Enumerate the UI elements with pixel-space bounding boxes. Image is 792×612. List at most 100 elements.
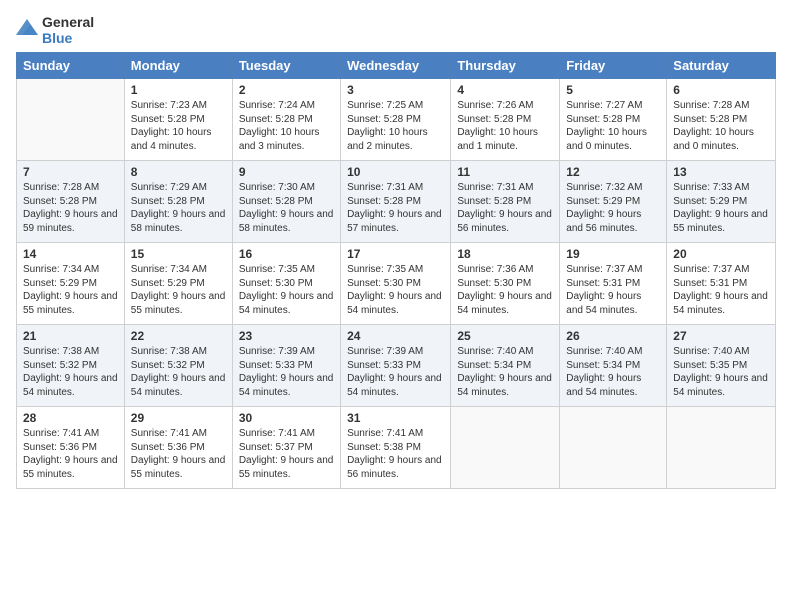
day-cell: 16 Sunrise: 7:35 AMSunset: 5:30 PMDayligh… (232, 243, 340, 325)
day-cell: 2Sunrise: 7:24 AMSunset: 5:28 PMDaylight… (232, 79, 340, 161)
day-cell: 10 Sunrise: 7:31 AMSunset: 5:28 PMDayligh… (341, 161, 451, 243)
day-cell: 26 Sunrise: 7:40 AMSunset: 5:34 PMDayligh… (560, 325, 667, 407)
day-number: 11 (457, 165, 553, 179)
day-cell: 30Sunrise: 7:41 AMSunset: 5:37 PMDayligh… (232, 407, 340, 489)
day-info: Sunrise: 7:34 AMSunset: 5:29 PMDaylight:… (131, 263, 226, 317)
day-info: Sunrise: 7:34 AMSunset: 5:29 PMDaylight:… (23, 263, 118, 317)
day-info: Sunrise: 7:28 AMSunset: 5:28 PMDaylight:… (673, 99, 769, 153)
day-number: 15 (131, 247, 226, 261)
day-info: Sunrise: 7:40 AMSunset: 5:35 PMDaylight:… (673, 345, 769, 399)
day-cell (17, 79, 125, 161)
day-number: 5 (566, 83, 660, 97)
logo: General Blue (16, 14, 94, 46)
day-cell: 22 Sunrise: 7:38 AMSunset: 5:32 PMDayligh… (124, 325, 232, 407)
day-number: 24 (347, 329, 444, 343)
day-info: Sunrise: 7:26 AMSunset: 5:28 PMDaylight:… (457, 99, 553, 153)
day-info: Sunrise: 7:37 AMSunset: 5:31 PMDaylight:… (673, 263, 769, 317)
weekday-header-friday: Friday (560, 53, 667, 79)
day-cell: 1Sunrise: 7:23 AMSunset: 5:28 PMDaylight… (124, 79, 232, 161)
weekday-header-wednesday: Wednesday (341, 53, 451, 79)
day-info: Sunrise: 7:32 AMSunset: 5:29 PMDaylight:… (566, 181, 660, 235)
day-info: Sunrise: 7:41 AMSunset: 5:36 PMDaylight:… (131, 427, 226, 481)
day-cell (560, 407, 667, 489)
day-cell: 6Sunrise: 7:28 AMSunset: 5:28 PMDaylight… (667, 79, 776, 161)
day-info: Sunrise: 7:29 AMSunset: 5:28 PMDaylight:… (131, 181, 226, 235)
day-info: Sunrise: 7:40 AMSunset: 5:34 PMDaylight:… (457, 345, 553, 399)
calendar-table: SundayMondayTuesdayWednesdayThursdayFrid… (16, 52, 776, 489)
day-info: Sunrise: 7:36 AMSunset: 5:30 PMDaylight:… (457, 263, 553, 317)
day-number: 4 (457, 83, 553, 97)
day-cell: 17 Sunrise: 7:35 AMSunset: 5:30 PMDayligh… (341, 243, 451, 325)
day-info: Sunrise: 7:40 AMSunset: 5:34 PMDaylight:… (566, 345, 660, 399)
day-number: 14 (23, 247, 118, 261)
day-number: 19 (566, 247, 660, 261)
day-number: 31 (347, 411, 444, 425)
day-number: 10 (347, 165, 444, 179)
day-number: 29 (131, 411, 226, 425)
day-cell (451, 407, 560, 489)
day-cell: 12Sunrise: 7:32 AMSunset: 5:29 PMDayligh… (560, 161, 667, 243)
week-row-1: 1Sunrise: 7:23 AMSunset: 5:28 PMDaylight… (17, 79, 776, 161)
weekday-header-sunday: Sunday (17, 53, 125, 79)
day-number: 18 (457, 247, 553, 261)
day-info: Sunrise: 7:23 AMSunset: 5:28 PMDaylight:… (131, 99, 226, 153)
day-cell: 3 Sunrise: 7:25 AMSunset: 5:28 PMDaylight… (341, 79, 451, 161)
day-number: 20 (673, 247, 769, 261)
week-row-3: 14 Sunrise: 7:34 AMSunset: 5:29 PMDayligh… (17, 243, 776, 325)
day-number: 9 (239, 165, 334, 179)
day-cell: 18 Sunrise: 7:36 AMSunset: 5:30 PMDayligh… (451, 243, 560, 325)
day-cell: 23Sunrise: 7:39 AMSunset: 5:33 PMDayligh… (232, 325, 340, 407)
week-row-5: 28 Sunrise: 7:41 AMSunset: 5:36 PMDayligh… (17, 407, 776, 489)
day-number: 16 (239, 247, 334, 261)
logo-triangle-icon (16, 17, 38, 39)
day-number: 17 (347, 247, 444, 261)
day-info: Sunrise: 7:37 AMSunset: 5:31 PMDaylight:… (566, 263, 660, 317)
day-info: Sunrise: 7:35 AMSunset: 5:30 PMDaylight:… (347, 263, 444, 317)
day-info: Sunrise: 7:41 AMSunset: 5:37 PMDaylight:… (239, 427, 334, 481)
day-number: 23 (239, 329, 334, 343)
day-info: Sunrise: 7:28 AMSunset: 5:28 PMDaylight:… (23, 181, 118, 235)
day-number: 13 (673, 165, 769, 179)
week-row-4: 21Sunrise: 7:38 AMSunset: 5:32 PMDayligh… (17, 325, 776, 407)
day-cell: 7Sunrise: 7:28 AMSunset: 5:28 PMDaylight… (17, 161, 125, 243)
weekday-header-tuesday: Tuesday (232, 53, 340, 79)
day-cell: 5 Sunrise: 7:27 AMSunset: 5:28 PMDaylight… (560, 79, 667, 161)
weekday-header-row: SundayMondayTuesdayWednesdayThursdayFrid… (17, 53, 776, 79)
day-info: Sunrise: 7:24 AMSunset: 5:28 PMDaylight:… (239, 99, 334, 153)
day-cell: 29 Sunrise: 7:41 AMSunset: 5:36 PMDayligh… (124, 407, 232, 489)
day-info: Sunrise: 7:41 AMSunset: 5:36 PMDaylight:… (23, 427, 118, 481)
day-number: 26 (566, 329, 660, 343)
day-cell: 27 Sunrise: 7:40 AMSunset: 5:35 PMDayligh… (667, 325, 776, 407)
day-number: 3 (347, 83, 444, 97)
day-cell: 20 Sunrise: 7:37 AMSunset: 5:31 PMDayligh… (667, 243, 776, 325)
day-cell: 13 Sunrise: 7:33 AMSunset: 5:29 PMDayligh… (667, 161, 776, 243)
day-info: Sunrise: 7:31 AMSunset: 5:28 PMDaylight:… (347, 181, 444, 235)
weekday-header-saturday: Saturday (667, 53, 776, 79)
day-info: Sunrise: 7:38 AMSunset: 5:32 PMDaylight:… (23, 345, 118, 399)
day-cell: 24 Sunrise: 7:39 AMSunset: 5:33 PMDayligh… (341, 325, 451, 407)
page: General Blue SundayMondayTuesdayWednesda… (0, 0, 792, 612)
day-info: Sunrise: 7:33 AMSunset: 5:29 PMDaylight:… (673, 181, 769, 235)
day-cell: 8 Sunrise: 7:29 AMSunset: 5:28 PMDaylight… (124, 161, 232, 243)
day-cell: 19 Sunrise: 7:37 AMSunset: 5:31 PMDayligh… (560, 243, 667, 325)
day-cell: 21Sunrise: 7:38 AMSunset: 5:32 PMDayligh… (17, 325, 125, 407)
day-cell: 11Sunrise: 7:31 AMSunset: 5:28 PMDayligh… (451, 161, 560, 243)
weekday-header-thursday: Thursday (451, 53, 560, 79)
day-cell: 28 Sunrise: 7:41 AMSunset: 5:36 PMDayligh… (17, 407, 125, 489)
day-number: 22 (131, 329, 226, 343)
header: General Blue (16, 10, 776, 46)
day-info: Sunrise: 7:39 AMSunset: 5:33 PMDaylight:… (347, 345, 444, 399)
day-info: Sunrise: 7:27 AMSunset: 5:28 PMDaylight:… (566, 99, 660, 153)
day-info: Sunrise: 7:38 AMSunset: 5:32 PMDaylight:… (131, 345, 226, 399)
day-number: 8 (131, 165, 226, 179)
weekday-header-monday: Monday (124, 53, 232, 79)
day-cell (667, 407, 776, 489)
week-row-2: 7Sunrise: 7:28 AMSunset: 5:28 PMDaylight… (17, 161, 776, 243)
day-info: Sunrise: 7:25 AMSunset: 5:28 PMDaylight:… (347, 99, 444, 153)
day-cell: 25 Sunrise: 7:40 AMSunset: 5:34 PMDayligh… (451, 325, 560, 407)
day-number: 25 (457, 329, 553, 343)
day-number: 28 (23, 411, 118, 425)
day-info: Sunrise: 7:30 AMSunset: 5:28 PMDaylight:… (239, 181, 334, 235)
day-info: Sunrise: 7:35 AMSunset: 5:30 PMDaylight:… (239, 263, 334, 317)
day-number: 27 (673, 329, 769, 343)
